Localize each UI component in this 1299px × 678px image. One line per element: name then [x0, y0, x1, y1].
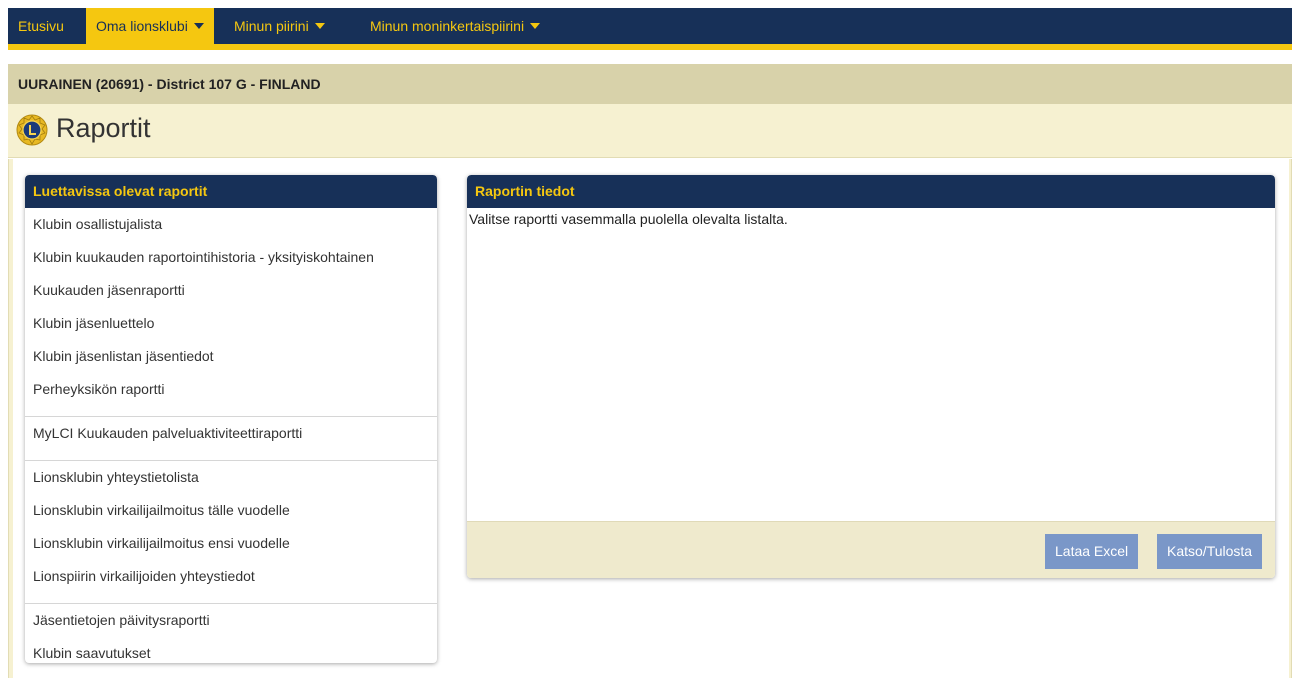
- page-frame: Etusivu Oma lionsklubi Minun piirini Min…: [8, 8, 1292, 678]
- report-item[interactable]: Klubin osallistujalista: [25, 208, 437, 241]
- reports-panel: Luettavissa olevat raportit Klubin osall…: [25, 175, 437, 663]
- report-details-panel: Raportin tiedot Valitse raportti vasemma…: [467, 175, 1275, 578]
- title-bar: Raportit: [8, 104, 1292, 158]
- nav-item-label: Minun moninkertaispiirini: [370, 18, 525, 34]
- report-item[interactable]: Kuukauden jäsenraportti: [25, 274, 437, 307]
- report-item[interactable]: Jäsentietojen päivitysraportti: [25, 604, 437, 637]
- report-item[interactable]: Klubin saavutukset: [25, 637, 437, 663]
- caret-down-icon: [314, 23, 325, 30]
- report-details-body: Valitse raportti vasemmalla puolella ole…: [469, 211, 788, 227]
- nav-item-minun-piirini[interactable]: Minun piirini: [224, 8, 335, 44]
- report-item[interactable]: Lionspiirin virkailijoiden yhteystiedot: [25, 560, 437, 593]
- report-item[interactable]: Lionsklubin virkailijailmoitus ensi vuod…: [25, 527, 437, 560]
- report-item[interactable]: Lionsklubin virkailijailmoitus tälle vuo…: [25, 494, 437, 527]
- group-divider: [25, 450, 437, 461]
- report-item[interactable]: Klubin jäsenlistan jäsentiedot: [25, 340, 437, 373]
- nav-item-label: Etusivu: [18, 18, 64, 34]
- content-inner: Luettavissa olevat raportit Klubin osall…: [13, 159, 1289, 678]
- caret-down-icon: [193, 23, 204, 30]
- reports-panel-header: Luettavissa olevat raportit: [25, 175, 437, 208]
- caret-down-icon: [530, 23, 541, 30]
- group-divider: [25, 406, 437, 417]
- download-excel-button[interactable]: Lataa Excel: [1045, 534, 1139, 569]
- club-title: UURAINEN (20691) - District 107 G - FINL…: [18, 76, 321, 92]
- report-list: Klubin osallistujalista Klubin kuukauden…: [25, 208, 437, 663]
- group-divider: [25, 593, 437, 604]
- club-bar: UURAINEN (20691) - District 107 G - FINL…: [8, 64, 1292, 104]
- nav-item-minun-moninkertaispiirini[interactable]: Minun moninkertaispiirini: [360, 8, 550, 44]
- nav-item-label: Oma lionsklubi: [96, 18, 188, 34]
- view-print-button[interactable]: Katso/Tulosta: [1157, 534, 1263, 569]
- report-item[interactable]: Perheyksikön raportti: [25, 373, 437, 406]
- report-details-header: Raportin tiedot: [467, 175, 1275, 208]
- report-item[interactable]: Lionsklubin yhteystietolista: [25, 461, 437, 494]
- report-item[interactable]: Klubin jäsenluettelo: [25, 307, 437, 340]
- report-item[interactable]: Klubin kuukauden raportointihistoria - y…: [25, 241, 437, 274]
- lions-club-logo-icon: [16, 114, 48, 146]
- nav-item-oma-lionsklubi[interactable]: Oma lionsklubi: [86, 8, 214, 44]
- page-title: Raportit: [56, 113, 151, 143]
- report-details-footer: Lataa Excel Katso/Tulosta: [467, 521, 1275, 578]
- top-navigation: Etusivu Oma lionsklubi Minun piirini Min…: [8, 8, 1292, 50]
- report-item[interactable]: MyLCI Kuukauden palveluaktiviteettirapor…: [25, 417, 437, 450]
- nav-item-label: Minun piirini: [234, 18, 309, 34]
- content-area: Luettavissa olevat raportit Klubin osall…: [8, 159, 1292, 678]
- nav-item-etusivu[interactable]: Etusivu: [8, 8, 74, 44]
